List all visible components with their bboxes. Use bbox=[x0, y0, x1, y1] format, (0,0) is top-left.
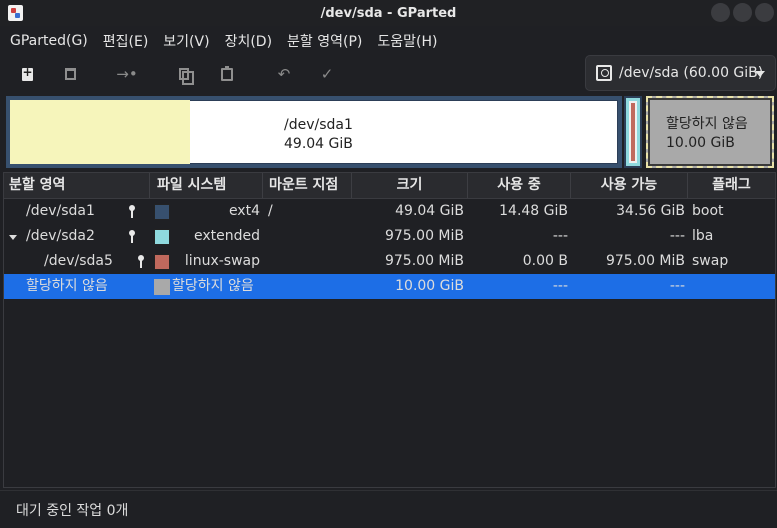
dropdown-arrow-icon bbox=[755, 71, 765, 77]
device-label: /dev/sda (60.00 GiB) bbox=[619, 65, 764, 81]
close-button[interactable] bbox=[755, 3, 774, 22]
partition-table: 분할 영역 파일 시스템 마운트 지점 크기 사용 중 사용 가능 플래그 /d… bbox=[3, 172, 776, 488]
paste-button[interactable] bbox=[215, 62, 239, 86]
visual-partition-sda1[interactable]: /dev/sda1 49.04 GiB bbox=[6, 96, 622, 168]
row-filesystem: extended bbox=[193, 228, 260, 244]
row-used: 14.48 GiB bbox=[499, 203, 568, 219]
row-used: --- bbox=[552, 228, 568, 244]
menu-bar: GParted(G) 편집(E) 보기(V) 장치(D) 분할 영역(P) 도움… bbox=[0, 28, 777, 54]
fs-color-swatch bbox=[154, 204, 170, 220]
visual-sda1-size: 49.04 GiB bbox=[284, 136, 353, 152]
col-mountpoint[interactable]: 마운트 지점 bbox=[263, 173, 352, 198]
paste-icon bbox=[221, 65, 233, 81]
pending-operations-status: 대기 중인 작업 0개 bbox=[16, 503, 129, 519]
row-used: --- bbox=[552, 278, 568, 294]
copy-button[interactable] bbox=[172, 62, 196, 86]
visual-unallocated-size: 10.00 GiB bbox=[666, 135, 735, 151]
visual-used-space bbox=[10, 100, 190, 164]
new-partition-icon bbox=[21, 65, 33, 81]
col-size[interactable]: 크기 bbox=[352, 173, 468, 198]
resize-move-button[interactable]: →• bbox=[115, 62, 139, 86]
title-bar: /dev/sda - GParted bbox=[0, 0, 777, 26]
visual-partition-extended[interactable] bbox=[624, 96, 642, 168]
table-row[interactable]: /dev/sda1 ext4 / 49.04 GiB 14.48 GiB 34.… bbox=[4, 199, 775, 224]
table-row[interactable]: 할당하지 않음 할당하지 않음 10.00 GiB --- --- bbox=[4, 274, 775, 299]
col-used[interactable]: 사용 중 bbox=[468, 173, 571, 198]
row-partition: /dev/sda2 bbox=[26, 228, 95, 244]
fs-color-swatch bbox=[154, 254, 170, 270]
fs-color-swatch bbox=[154, 229, 170, 245]
apply-icon: ✓ bbox=[320, 65, 334, 83]
row-partition: 할당하지 않음 bbox=[26, 278, 108, 294]
row-free: 975.00 MiB bbox=[605, 253, 685, 269]
menu-view[interactable]: 보기(V) bbox=[163, 31, 209, 51]
menu-gparted[interactable]: GParted(G) bbox=[10, 33, 88, 49]
col-partition[interactable]: 분할 영역 bbox=[4, 173, 150, 198]
gparted-app-icon bbox=[8, 5, 23, 21]
row-size: 10.00 GiB bbox=[395, 278, 464, 294]
row-flags: swap bbox=[692, 253, 729, 269]
row-free: --- bbox=[669, 278, 685, 294]
row-used: 0.00 B bbox=[522, 253, 568, 269]
row-mountpoint: / bbox=[268, 203, 273, 219]
status-bar: 대기 중인 작업 0개 bbox=[0, 490, 777, 528]
visual-sda1-name: /dev/sda1 bbox=[284, 117, 353, 133]
undo-button[interactable]: ↶ bbox=[272, 62, 296, 86]
menu-help[interactable]: 도움말(H) bbox=[377, 31, 437, 51]
disk-icon bbox=[596, 65, 612, 81]
row-free: --- bbox=[669, 228, 685, 244]
row-filesystem: 할당하지 않음 bbox=[172, 278, 254, 294]
key-icon bbox=[129, 205, 135, 218]
key-icon bbox=[138, 255, 144, 268]
row-free: 34.56 GiB bbox=[616, 203, 685, 219]
new-partition-button[interactable] bbox=[15, 62, 39, 86]
menu-device[interactable]: 장치(D) bbox=[225, 31, 272, 51]
resize-move-icon: →• bbox=[116, 65, 138, 83]
minimize-button[interactable] bbox=[711, 3, 730, 22]
row-size: 975.00 MiB bbox=[384, 228, 464, 244]
delete-button[interactable] bbox=[58, 62, 82, 86]
row-partition: /dev/sda5 bbox=[44, 253, 113, 269]
delete-icon bbox=[64, 68, 76, 80]
table-row[interactable]: /dev/sda2 extended 975.00 MiB --- --- lb… bbox=[4, 224, 775, 249]
visual-partition-swap[interactable] bbox=[629, 101, 637, 163]
apply-button[interactable]: ✓ bbox=[315, 62, 339, 86]
col-flags[interactable]: 플래그 bbox=[688, 173, 775, 198]
col-free[interactable]: 사용 가능 bbox=[571, 173, 688, 198]
row-flags: lba bbox=[692, 228, 714, 244]
row-size: 975.00 MiB bbox=[384, 253, 464, 269]
table-header: 분할 영역 파일 시스템 마운트 지점 크기 사용 중 사용 가능 플래그 bbox=[4, 173, 775, 199]
visual-unallocated-name: 할당하지 않음 bbox=[666, 116, 748, 132]
menu-partition[interactable]: 분할 영역(P) bbox=[287, 31, 362, 51]
menu-edit[interactable]: 편집(E) bbox=[103, 31, 149, 51]
row-flags: boot bbox=[692, 203, 724, 219]
table-row[interactable]: /dev/sda5 linux-swap 975.00 MiB 0.00 B 9… bbox=[4, 249, 775, 274]
expander-arrow-icon[interactable] bbox=[9, 235, 17, 240]
row-filesystem: ext4 bbox=[228, 203, 260, 219]
undo-icon: ↶ bbox=[277, 65, 291, 83]
copy-icon bbox=[179, 68, 194, 85]
device-selector[interactable]: /dev/sda (60.00 GiB) bbox=[585, 55, 776, 91]
window-title: /dev/sda - GParted bbox=[320, 5, 457, 21]
maximize-button[interactable] bbox=[733, 3, 752, 22]
col-filesystem[interactable]: 파일 시스템 bbox=[150, 173, 263, 198]
row-filesystem: linux-swap bbox=[184, 253, 260, 269]
key-icon bbox=[129, 230, 135, 243]
partition-visual: /dev/sda1 49.04 GiB 할당하지 않음 10.00 GiB bbox=[6, 96, 775, 168]
row-size: 49.04 GiB bbox=[395, 203, 464, 219]
visual-unallocated[interactable]: 할당하지 않음 10.00 GiB bbox=[646, 96, 774, 168]
fs-color-swatch bbox=[154, 279, 170, 295]
row-partition: /dev/sda1 bbox=[26, 203, 95, 219]
